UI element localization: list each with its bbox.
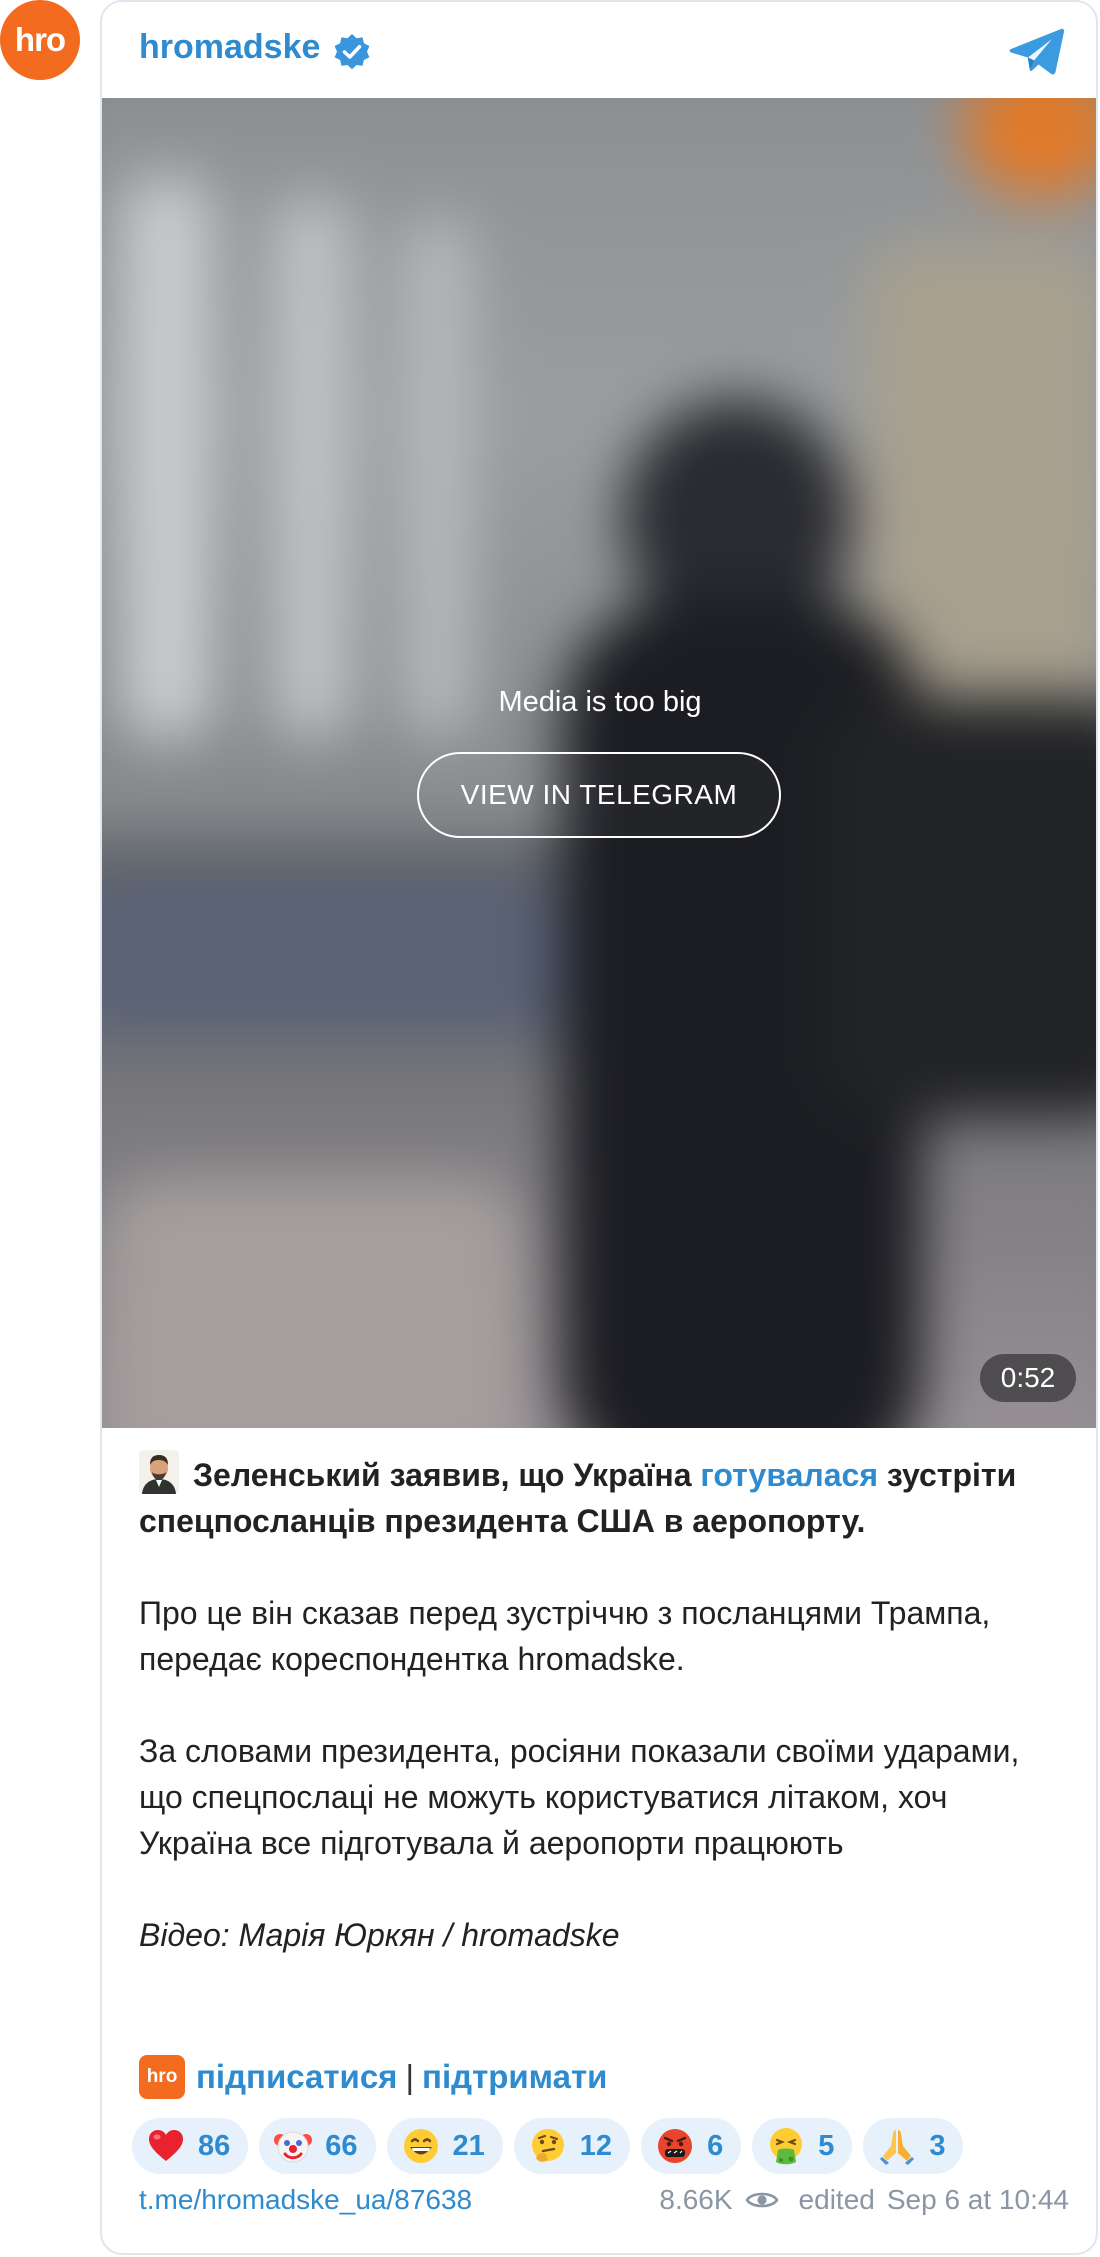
view-count: 8.66K (659, 2184, 733, 2215)
video-credit: Відео: Марія Юркян / hromadske (139, 1917, 620, 1953)
post-date: Sep 6 at 10:44 (886, 2184, 1069, 2215)
headline-text-start: Зеленський заявив, що Україна (193, 1457, 701, 1493)
reaction-vomiting-face[interactable]: 5 (752, 2118, 853, 2174)
paragraph-3: За словами президента, росіяни показали … (139, 1733, 1020, 1861)
reaction-thinking-face[interactable]: 12 (513, 2118, 631, 2174)
subscribe-row: hro підписатися | підтримати (139, 2054, 607, 2100)
post-footer: t.me/hromadske_ua/87638 8.66K edited Sep… (139, 2184, 1069, 2224)
reaction-red-heart[interactable]: 86 (132, 2118, 249, 2174)
grinning-face-icon (403, 2129, 438, 2163)
reaction-count: 66 (325, 2129, 358, 2162)
video-preview[interactable]: Media is too big VIEW IN TELEGRAM 0:52 (102, 98, 1096, 1428)
cursing-face-icon (658, 2129, 693, 2163)
reaction-cursing-face[interactable]: 6 (641, 2118, 742, 2174)
clown-face-icon (274, 2131, 313, 2163)
reaction-grinning-face[interactable]: 21 (386, 2118, 503, 2174)
view-in-telegram-button[interactable]: VIEW IN TELEGRAM (417, 752, 781, 838)
support-link[interactable]: підтримати (422, 2058, 607, 2096)
reaction-count: 3 (929, 2129, 946, 2162)
reaction-count: 86 (198, 2129, 231, 2162)
link-separator: | (405, 2058, 415, 2095)
paragraph-2: Про це він сказав перед зустріччю з посл… (139, 1595, 991, 1677)
post-text: Зеленський заявив, що Україна готувалася… (139, 1450, 1069, 1958)
telegram-post-card: hromadske Media is too big VIEW IN TELEG… (100, 0, 1098, 2255)
reactions-bar: 86 66 21 12 6 5 3 (132, 2118, 964, 2174)
edited-label: edited (798, 2184, 875, 2215)
media-too-big-message: Media is too big (498, 686, 702, 718)
video-duration-badge: 0:52 (980, 1354, 1076, 1402)
thinking-face-icon (531, 2129, 564, 2162)
red-heart-icon (149, 2130, 183, 2161)
man-in-suit-emoji-icon (139, 1450, 179, 1494)
reaction-folded-hands[interactable]: 3 (863, 2118, 964, 2174)
reaction-count: 12 (579, 2129, 613, 2162)
channel-name-link[interactable]: hromadske (139, 28, 320, 67)
subscribe-link[interactable]: підписатися (196, 2058, 397, 2096)
reaction-count: 21 (452, 2129, 485, 2162)
reaction-count: 6 (707, 2129, 724, 2162)
post-meta: 8.66K edited Sep 6 at 10:44 (659, 2184, 1069, 2216)
verified-badge-icon (334, 34, 370, 70)
reaction-clown-face[interactable]: 66 (259, 2118, 376, 2174)
post-header: hromadske (102, 2, 1096, 98)
vomiting-face-icon (770, 2128, 803, 2165)
post-permalink[interactable]: t.me/hromadske_ua/87638 (139, 2184, 472, 2216)
hromadske-logo-icon: hro (139, 2055, 185, 2099)
telegram-icon[interactable] (1008, 26, 1066, 78)
headline: Зеленський заявив, що Україна готувалася… (139, 1450, 1069, 1544)
eye-icon (745, 2192, 779, 2208)
channel-avatar[interactable]: hro (0, 0, 80, 80)
headline-link[interactable]: готувалася (700, 1457, 878, 1493)
folded-hands-icon (880, 2130, 915, 2165)
reaction-count: 5 (818, 2129, 835, 2162)
